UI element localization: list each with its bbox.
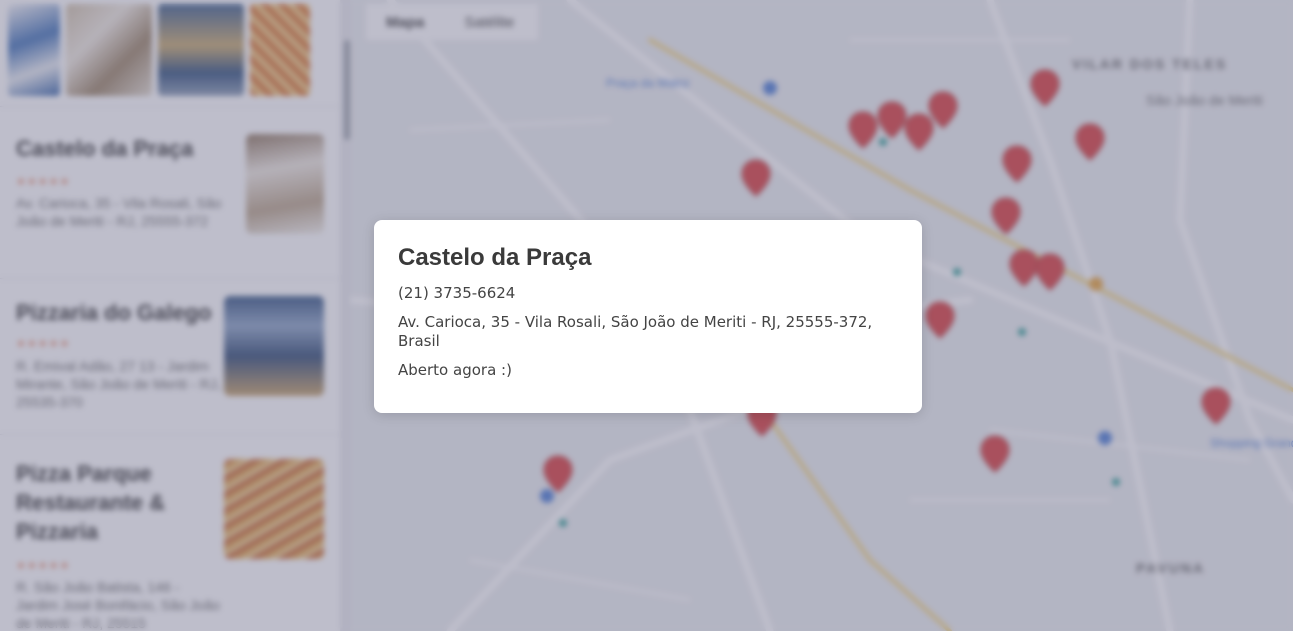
place-address: Av. Carioca, 35 - Vila Rosali, São João … [398, 313, 873, 350]
place-title: Castelo da Praça [398, 244, 592, 271]
place-phone: (21) 3735-6624 [398, 284, 516, 302]
place-open-status: Aberto agora :) [398, 361, 512, 379]
place-details-modal: Castelo da Praça (21) 3735-6624 Av. Cari… [374, 220, 922, 413]
